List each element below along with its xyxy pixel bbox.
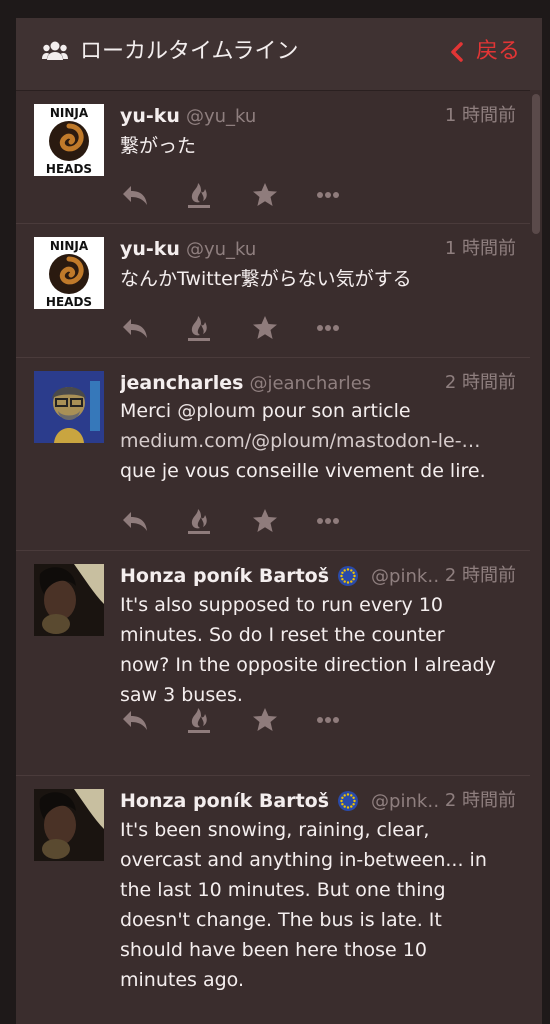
boost-icon: [188, 316, 210, 341]
status-item[interactable]: Honza poník Bartoš @pink… 2 時間前 It's also…: [16, 551, 530, 776]
display-name[interactable]: yu-ku: [120, 105, 180, 127]
reply-icon: [123, 711, 147, 730]
app-window: ローカルタイムライン 戻る NINJA HEADS yu-ku @yu_ku 1…: [0, 0, 550, 1024]
timestamp[interactable]: 2 時間前: [440, 562, 516, 590]
favourite-button[interactable]: [252, 506, 278, 536]
scrollbar-thumb[interactable]: [532, 94, 540, 234]
status-item[interactable]: NINJA HEADS yu-ku @yu_ku 1 時間前 なんかTwitter…: [16, 224, 530, 358]
ellipsis-icon: [317, 518, 339, 524]
status-item[interactable]: jeancharles @jeancharles 2 時間前 Merci @plo…: [16, 358, 530, 551]
favourite-button[interactable]: [252, 313, 278, 343]
ellipsis-icon: [317, 717, 339, 723]
status-actions: [120, 705, 380, 735]
content-text: pour son article: [255, 400, 411, 422]
star-icon: [253, 183, 277, 206]
status-list: NINJA HEADS yu-ku @yu_ku 1 時間前 繋がった NINJ…: [16, 91, 530, 1024]
display-name[interactable]: Honza poník Bartoš: [120, 565, 329, 587]
display-name[interactable]: jeancharles: [120, 372, 243, 394]
status-actions: [120, 506, 380, 536]
more-button[interactable]: [316, 180, 340, 210]
eu-flag-icon: [338, 791, 359, 811]
timestamp[interactable]: 2 時間前: [440, 369, 516, 397]
boost-icon: [188, 509, 210, 534]
favourite-button[interactable]: [252, 705, 278, 735]
reply-button[interactable]: [120, 705, 150, 735]
svg-text:HEADS: HEADS: [46, 162, 92, 176]
article-link[interactable]: medium.com/@ploum/mastodon-le-…: [120, 430, 481, 452]
back-button[interactable]: 戻る: [450, 36, 520, 68]
column-header: ローカルタイムライン 戻る: [16, 18, 542, 91]
users-icon: [42, 41, 68, 60]
back-label: 戻る: [475, 39, 520, 64]
reply-icon: [123, 319, 147, 338]
avatar[interactable]: NINJA HEADS: [34, 104, 104, 176]
account-handle[interactable]: @jeancharles: [249, 373, 371, 394]
favourite-button[interactable]: [252, 180, 278, 210]
boost-button[interactable]: [186, 705, 212, 735]
more-button[interactable]: [316, 705, 340, 735]
reply-button[interactable]: [120, 506, 150, 536]
chevron-left-icon: [451, 42, 463, 62]
content-text: Merci: [120, 400, 178, 422]
boost-button[interactable]: [186, 313, 212, 343]
status-actions: [120, 180, 380, 210]
timestamp[interactable]: 2 時間前: [440, 787, 516, 815]
eu-flag-icon: [338, 566, 359, 586]
reply-icon: [123, 512, 147, 531]
avatar[interactable]: [34, 789, 104, 861]
boost-button[interactable]: [186, 180, 212, 210]
status-content: It's also supposed to run every 10 minut…: [120, 594, 496, 706]
star-icon: [253, 316, 277, 339]
reply-button[interactable]: [120, 313, 150, 343]
account-handle[interactable]: @yu_ku: [186, 106, 256, 127]
svg-text:HEADS: HEADS: [46, 295, 92, 309]
status-item[interactable]: Honza poník Bartoš @pink… 2 時間前 It's been…: [16, 776, 530, 1024]
status-item[interactable]: NINJA HEADS yu-ku @yu_ku 1 時間前 繋がった: [16, 91, 530, 224]
ellipsis-icon: [317, 192, 339, 198]
account-handle[interactable]: @yu_ku: [186, 239, 256, 260]
status-content: Merci @ploum pour son article medium.com…: [120, 396, 516, 486]
account-handle[interactable]: @pink…: [371, 566, 445, 587]
status-actions: [120, 313, 380, 343]
mention-link[interactable]: @ploum: [177, 400, 256, 422]
boost-button[interactable]: [186, 506, 212, 536]
ellipsis-icon: [317, 325, 339, 331]
svg-text:NINJA: NINJA: [50, 106, 89, 120]
content-text: que je vous conseille vivement de lire.: [120, 460, 486, 482]
display-name[interactable]: Honza poník Bartoš: [120, 790, 329, 812]
column-title: ローカルタイムライン: [80, 39, 299, 64]
avatar[interactable]: [34, 371, 104, 443]
svg-text:NINJA: NINJA: [50, 239, 89, 253]
star-icon: [253, 708, 277, 731]
account-handle[interactable]: @pink…: [371, 791, 445, 812]
star-icon: [253, 509, 277, 532]
avatar[interactable]: NINJA HEADS: [34, 237, 104, 309]
boost-icon: [188, 183, 210, 208]
status-content: なんかTwitter繋がらない気がする: [120, 268, 412, 290]
reply-icon: [123, 186, 147, 205]
avatar[interactable]: [34, 564, 104, 636]
boost-icon: [188, 708, 210, 733]
timestamp[interactable]: 1 時間前: [440, 102, 516, 130]
status-content: 繋がった: [120, 135, 197, 157]
more-button[interactable]: [316, 313, 340, 343]
status-content: It's been snowing, raining, clear, overc…: [120, 819, 487, 991]
reply-button[interactable]: [120, 180, 150, 210]
timestamp[interactable]: 1 時間前: [440, 235, 516, 263]
timeline-column: ローカルタイムライン 戻る NINJA HEADS yu-ku @yu_ku 1…: [16, 18, 542, 1024]
display-name[interactable]: yu-ku: [120, 238, 180, 260]
more-button[interactable]: [316, 506, 340, 536]
